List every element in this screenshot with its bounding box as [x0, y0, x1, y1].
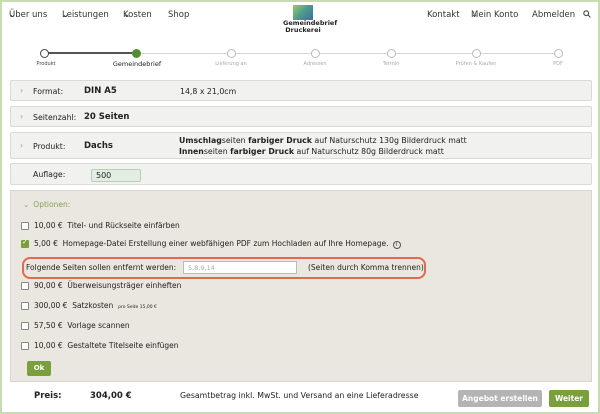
chevron-right-icon: › — [20, 112, 24, 121]
nav-ueber-uns[interactable]: Über uns ⌄ — [9, 10, 47, 20]
product-line-1-part: auf Naturschutz 130g Bilderdruck matt — [311, 136, 467, 145]
option-label: Gestaltete Titelseite einfügen — [67, 341, 179, 350]
step-label: PDF — [553, 61, 563, 67]
product-label: Produkt: — [33, 142, 66, 151]
price-value: 304,00 € — [90, 391, 132, 401]
logo-text-2: Druckerei — [285, 26, 321, 34]
logo-mark — [293, 5, 313, 20]
auflage-label: Auflage: — [33, 170, 66, 179]
option-label: Satzkosten — [72, 301, 114, 310]
option-text: 10,00 € Titel- und Rückseite einfärben — [34, 221, 180, 230]
option-checkbox[interactable] — [21, 238, 29, 248]
option-checkbox[interactable] — [21, 302, 29, 310]
nav-abmelden[interactable]: Abmelden — [532, 10, 575, 20]
nav-shop[interactable]: Shop — [168, 10, 189, 20]
info-icon[interactable]: i — [392, 241, 401, 249]
chevron-right-icon: › — [20, 141, 24, 150]
logo[interactable]: Gemeindebrief Druckerei — [283, 5, 337, 34]
option-price: 300,00 € — [34, 301, 68, 310]
option-text: 57,50 € Vorlage scannen — [34, 321, 130, 330]
option-price: 57,50 € — [34, 321, 63, 330]
product-line-1: Umschlagseiten farbiger Druck auf Naturs… — [179, 136, 467, 145]
product-line-2-part: seiten — [203, 147, 231, 156]
format-row[interactable]: › Format: DIN A5 14,8 x 21,0cm — [10, 80, 592, 101]
option-checkbox[interactable] — [21, 282, 29, 290]
option-text: 5,00 € Homepage-Datei Erstellung einer w… — [34, 239, 401, 249]
pages-label: Seitenzahl: — [33, 113, 77, 122]
option-label: Überweisungsträger einheften — [67, 281, 182, 290]
step-dot-adressen — [311, 49, 320, 58]
price-label: Preis: — [34, 391, 62, 401]
auflage-row: Auflage: 500 — [10, 163, 592, 185]
option-label: Titel- und Rückseite einfärben — [67, 221, 180, 230]
nav-label: Mein Konto — [471, 10, 519, 20]
nav-kosten[interactable]: Kosten ⌄ — [123, 10, 152, 20]
create-offer-button[interactable]: Angebot erstellen — [458, 390, 542, 407]
option-checkbox[interactable] — [21, 322, 29, 330]
options-panel: ⌄ Optionen: 10,00 € Titel- und Rückseite … — [10, 190, 592, 382]
step-dot-pdf — [554, 49, 563, 58]
stepper-progress — [44, 52, 136, 54]
option-text: 300,00 € Satzkosten pro Seite 15,00 € — [34, 301, 157, 310]
step-label: Lieferung an — [215, 61, 247, 67]
format-label: Format: — [33, 87, 64, 96]
option-label: Homepage-Datei Erstellung einer webfähig… — [62, 239, 389, 248]
step-label: Prüfen & Kaufen — [455, 61, 497, 67]
pages-value: 20 Seiten — [84, 112, 130, 122]
option-label: Vorlage scannen — [67, 321, 130, 330]
step-label: Gemeindebrief — [112, 60, 162, 68]
remove-pages-hint: (Seiten durch Komma trennen) — [308, 263, 424, 272]
remove-pages-input[interactable]: 5,8,9,14 — [183, 261, 297, 274]
step-dot-produkt[interactable] — [40, 49, 49, 58]
option-price: 5,00 € — [34, 239, 58, 248]
option-price: 10,00 € — [34, 221, 63, 230]
option-small-note: pro Seite 15,00 € — [118, 305, 157, 310]
pages-row[interactable]: › Seitenzahl: 20 Seiten — [10, 106, 592, 127]
product-line-2-part: farbiger Druck — [230, 147, 295, 156]
format-value: DIN A5 — [84, 86, 117, 96]
remove-pages-label: Folgende Seiten sollen entfernt werden: — [26, 263, 177, 272]
step-dot-gemeindebrief[interactable] — [132, 49, 141, 58]
option-price: 90,00 € — [34, 281, 63, 290]
progress-stepper: Produkt Gemeindebrief Lieferung an Adres… — [0, 48, 600, 70]
options-title: Optionen: — [33, 200, 71, 209]
option-checkbox[interactable] — [21, 222, 29, 230]
step-dot-termin — [387, 49, 396, 58]
nav-mein-konto[interactable]: Mein Konto ⌄ — [471, 10, 518, 20]
product-line-2: Innenseiten farbiger Druck auf Naturschu… — [179, 147, 444, 156]
price-note: Gesamtbetrag inkl. MwSt. und Versand an … — [180, 391, 419, 400]
option-checkbox[interactable] — [21, 342, 29, 350]
format-detail: 14,8 x 21,0cm — [180, 87, 237, 96]
option-price: 10,00 € — [34, 341, 63, 350]
next-button[interactable]: Weiter — [549, 390, 589, 407]
product-row[interactable]: › Produkt: Dachs Umschlagseiten farbiger… — [10, 132, 592, 159]
options-toggle[interactable]: ⌄ Optionen: — [23, 200, 70, 209]
chevron-down-icon: ⌄ — [23, 200, 30, 209]
nav-leistungen[interactable]: Leistungen ⌄ — [62, 10, 109, 20]
chevron-right-icon: › — [20, 86, 24, 95]
step-dot-pruefen — [472, 49, 481, 58]
ok-button[interactable]: Ok — [27, 361, 51, 376]
step-label: Produkt — [36, 61, 56, 67]
step-label: Termin — [382, 61, 400, 67]
nav-label: Kosten — [123, 10, 152, 20]
step-label: Adressen — [303, 61, 327, 67]
step-dot-lieferung — [227, 49, 236, 58]
product-line-1-part: farbiger Druck — [248, 136, 312, 145]
nav-label: Über uns — [9, 10, 48, 20]
search-icon[interactable] — [583, 10, 591, 20]
product-line-2-part: auf Naturschutz 80g Bilderdruck matt — [294, 147, 444, 156]
nav-label: Leistungen — [62, 10, 109, 20]
product-line-1-part: Umschlag — [179, 136, 222, 145]
option-text: 90,00 € Überweisungsträger einheften — [34, 281, 181, 290]
product-line-1-part: seiten — [221, 136, 249, 145]
product-value: Dachs — [84, 141, 113, 151]
product-line-2-part: Innen — [179, 147, 204, 156]
auflage-input[interactable]: 500 — [91, 169, 141, 182]
option-text: 10,00 € Gestaltete Titelseite einfügen — [34, 341, 178, 350]
nav-kontakt[interactable]: Kontakt — [427, 10, 460, 20]
